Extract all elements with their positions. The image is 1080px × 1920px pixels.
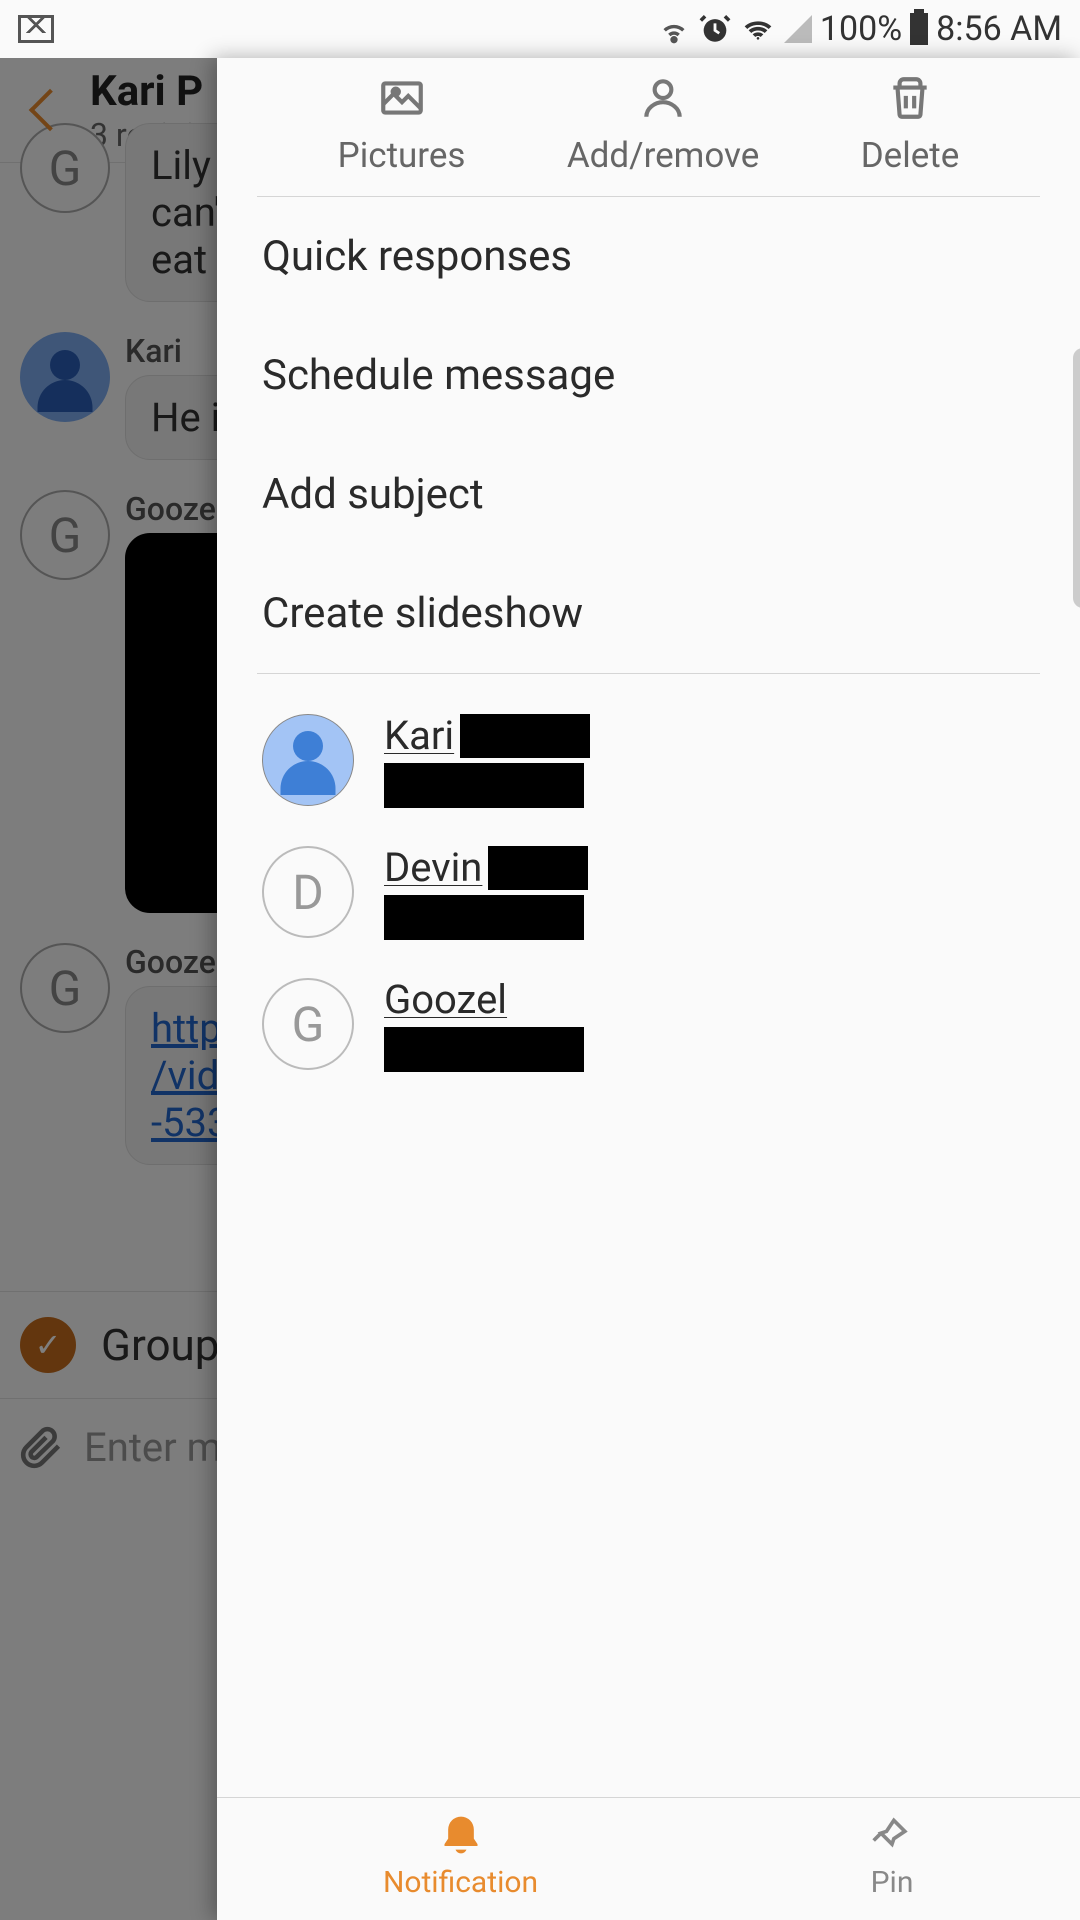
status-right: 100% 8:56 AM (658, 9, 1062, 49)
contact-list: Kari D Devin G Go (217, 674, 1080, 1110)
menu-schedule-message[interactable]: Schedule message (257, 316, 1040, 435)
battery-icon (910, 13, 928, 45)
avatar-letter: G (262, 978, 354, 1070)
signal-icon (784, 15, 812, 43)
add-remove-action[interactable]: Add/remove (567, 73, 760, 176)
menu-quick-responses[interactable]: Quick responses (257, 197, 1040, 316)
menu-panel: Pictures Add/remove Delete Quick respons… (217, 58, 1080, 1920)
person-icon (638, 73, 688, 123)
pictures-action[interactable]: Pictures (338, 73, 466, 176)
contact-item-devin[interactable]: D Devin (257, 826, 1040, 958)
gmail-icon (18, 15, 54, 43)
redacted-block (384, 763, 584, 808)
pictures-label: Pictures (338, 135, 466, 176)
contact-name: Kari (384, 712, 454, 759)
menu-list: Quick responses Schedule message Add sub… (217, 197, 1080, 674)
pin-icon (870, 1813, 914, 1857)
pin-action[interactable]: Pin (870, 1813, 914, 1900)
wifi-icon (740, 13, 776, 45)
panel-top-actions: Pictures Add/remove Delete (257, 58, 1040, 197)
menu-create-slideshow[interactable]: Create slideshow (257, 554, 1040, 674)
contact-item-kari[interactable]: Kari (257, 694, 1040, 826)
contact-item-goozel[interactable]: G Goozel (257, 958, 1040, 1090)
avatar-icon (262, 714, 354, 806)
redacted-block (384, 895, 584, 940)
redacted-block (488, 846, 588, 890)
notification-label: Notification (383, 1865, 538, 1900)
battery-percent: 100% (820, 9, 902, 49)
status-bar: 100% 8:56 AM (0, 0, 1080, 58)
delete-label: Delete (861, 135, 960, 176)
redacted-block (384, 1027, 584, 1072)
add-remove-label: Add/remove (567, 135, 760, 176)
alarm-icon (698, 12, 732, 46)
trash-icon (885, 73, 935, 123)
pin-label: Pin (871, 1865, 914, 1900)
contact-info: Goozel (384, 976, 584, 1072)
redacted-block (460, 714, 590, 758)
contact-name: Devin (384, 844, 482, 891)
scroll-indicator[interactable] (1073, 348, 1080, 608)
picture-icon (377, 73, 427, 123)
contact-name: Goozel (384, 976, 584, 1023)
contact-info: Kari (384, 712, 590, 808)
contact-info: Devin (384, 844, 588, 940)
panel-bottom-actions: Notification Pin (217, 1797, 1080, 1920)
status-left (18, 15, 54, 43)
bell-icon (439, 1813, 483, 1857)
status-time: 8:56 AM (936, 9, 1062, 49)
main-content: Kari P 3 recipie G Lily i can't eat it K… (0, 58, 1080, 1920)
notification-action[interactable]: Notification (383, 1813, 538, 1900)
delete-action[interactable]: Delete (861, 73, 960, 176)
menu-add-subject[interactable]: Add subject (257, 435, 1040, 554)
avatar-letter: D (262, 846, 354, 938)
wifi-calling-icon (658, 13, 690, 45)
